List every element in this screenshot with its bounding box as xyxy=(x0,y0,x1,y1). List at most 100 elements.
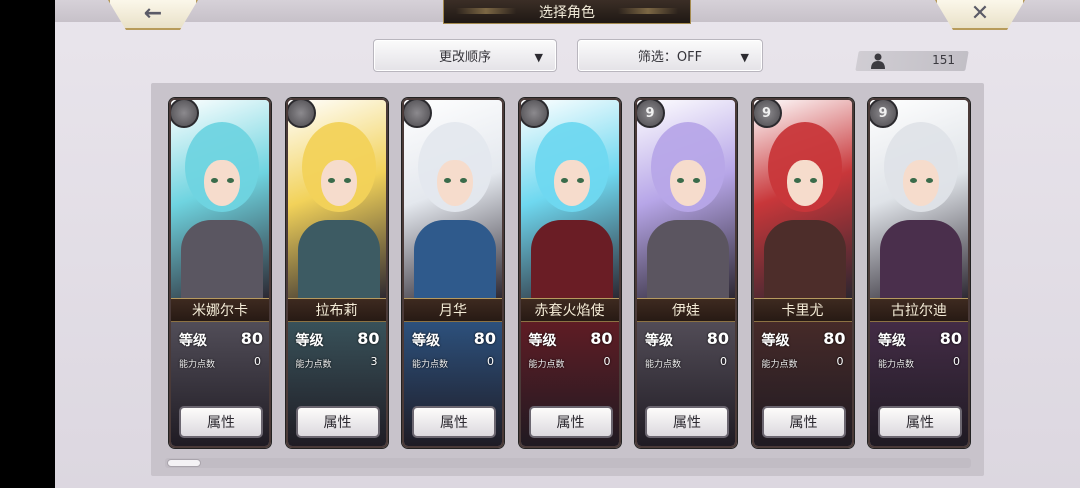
chevron-down-icon: ▼ xyxy=(740,51,749,64)
level-value: 80 xyxy=(823,329,846,348)
level-label: 等级 xyxy=(295,333,324,349)
level-value: 80 xyxy=(473,329,496,348)
character-name: 赤套火焰使 xyxy=(520,298,619,322)
character-card[interactable]: 米娜尔卡 等级 80 能力点数 0 属性 xyxy=(169,98,271,448)
level-label: 等级 xyxy=(645,333,673,349)
character-eye xyxy=(677,178,684,183)
attribute-button[interactable]: 属性 xyxy=(878,406,962,438)
character-portrait xyxy=(171,100,269,300)
class-badge-icon xyxy=(171,100,199,128)
character-eye xyxy=(460,178,467,183)
character-name: 卡里尤 xyxy=(753,298,852,322)
character-eye xyxy=(576,178,584,183)
character-face xyxy=(437,160,473,206)
character-outfit xyxy=(297,220,380,300)
attribute-button[interactable]: 属性 xyxy=(295,406,380,438)
page-title: 选择角色 xyxy=(539,4,595,21)
character-face xyxy=(786,160,823,206)
attribute-button[interactable]: 属性 xyxy=(528,406,613,438)
character-eye xyxy=(327,178,335,183)
character-eye xyxy=(560,178,568,183)
character-eye xyxy=(211,178,218,183)
horizontal-scrollbar[interactable] xyxy=(165,458,971,468)
person-icon xyxy=(871,53,885,69)
character-eye xyxy=(926,178,933,183)
character-portrait xyxy=(753,100,852,300)
ability-points-label: 能力点数 xyxy=(878,360,915,370)
close-x-icon: ✕ xyxy=(970,1,990,26)
character-face xyxy=(553,160,590,206)
character-outfit xyxy=(880,220,962,300)
character-name: 米娜尔卡 xyxy=(171,298,269,322)
sort-order-label: 更改顺序 xyxy=(438,50,491,65)
character-face xyxy=(320,160,357,206)
ability-points-value: 3 xyxy=(370,355,378,368)
character-name: 月华 xyxy=(404,298,502,322)
level-value: 80 xyxy=(590,329,613,348)
ability-points-label: 能力点数 xyxy=(645,360,682,370)
title-banner: 选择角色 xyxy=(443,0,691,24)
character-outfit xyxy=(530,220,613,300)
level-value: 80 xyxy=(939,329,962,348)
character-outfit xyxy=(763,220,846,300)
character-face xyxy=(670,160,706,206)
character-portrait xyxy=(520,100,619,300)
ability-points-value: 0 xyxy=(254,355,261,368)
class-badge-icon xyxy=(287,100,316,128)
attribute-button[interactable]: 属性 xyxy=(645,406,729,438)
character-card[interactable]: 9 伊娃 等级 80 能力点数 0 属性 xyxy=(635,98,737,448)
ability-points-value: 0 xyxy=(836,355,844,368)
level-label: 等级 xyxy=(179,333,207,349)
character-portrait xyxy=(404,100,502,300)
character-card[interactable]: 拉布莉 等级 80 能力点数 3 属性 xyxy=(285,98,388,448)
close-button[interactable]: ✕ xyxy=(935,0,1025,30)
character-eye xyxy=(693,178,700,183)
character-face xyxy=(903,160,939,206)
filter-label: 筛选：OFF xyxy=(637,50,703,65)
class-badge-icon: 9 xyxy=(637,100,665,128)
level-value: 80 xyxy=(706,329,729,348)
attribute-button[interactable]: 属性 xyxy=(412,406,496,438)
level-label: 等级 xyxy=(412,333,440,349)
ability-points-label: 能力点数 xyxy=(412,360,449,370)
character-outfit xyxy=(414,220,496,300)
sort-order-dropdown[interactable]: 更改顺序 ▼ xyxy=(373,39,557,72)
level-label: 等级 xyxy=(528,333,557,349)
character-eye xyxy=(910,178,917,183)
character-outfit xyxy=(647,220,729,300)
ability-points-label: 能力点数 xyxy=(528,360,565,370)
ability-points-label: 能力点数 xyxy=(761,360,798,370)
ability-points-value: 0 xyxy=(487,355,494,368)
chevron-down-icon: ▼ xyxy=(534,51,543,64)
character-name: 古拉尔迪 xyxy=(870,298,968,322)
character-eye xyxy=(793,178,801,183)
class-badge-icon: 9 xyxy=(870,100,898,128)
character-eye xyxy=(444,178,451,183)
character-card[interactable]: 赤套火焰使等级 80 能力点数 0 属性 xyxy=(518,98,621,448)
class-badge-icon xyxy=(520,100,549,128)
attribute-button[interactable]: 属性 xyxy=(761,406,846,438)
character-card[interactable]: 9 卡里尤 等级 80 能力点数 0 属性 xyxy=(751,98,854,448)
class-badge-icon xyxy=(404,100,432,128)
character-card[interactable]: 9 古拉尔迪等级 80 能力点数 0 属性 xyxy=(868,98,970,448)
character-portrait xyxy=(287,100,386,300)
character-eye xyxy=(227,178,234,183)
attribute-button[interactable]: 属性 xyxy=(179,406,263,438)
class-badge-icon: 9 xyxy=(753,100,782,128)
character-portrait xyxy=(637,100,735,300)
ability-points-value: 0 xyxy=(953,355,960,368)
back-button[interactable]: ← xyxy=(108,0,198,30)
character-eye xyxy=(343,178,351,183)
scrollbar-thumb[interactable] xyxy=(167,459,201,467)
ability-points-value: 0 xyxy=(603,355,611,368)
character-name: 伊娃 xyxy=(637,298,735,322)
level-label: 等级 xyxy=(878,333,906,349)
level-value: 80 xyxy=(240,329,263,348)
level-value: 80 xyxy=(357,329,380,348)
roster-count-value: 151 xyxy=(932,53,955,67)
character-face xyxy=(204,160,240,206)
filter-dropdown[interactable]: 筛选：OFF ▼ xyxy=(577,39,763,72)
ability-points-label: 能力点数 xyxy=(295,360,332,370)
character-card[interactable]: 月华等级 80 能力点数 0 属性 xyxy=(402,98,504,448)
back-arrow-icon: ← xyxy=(143,1,163,26)
